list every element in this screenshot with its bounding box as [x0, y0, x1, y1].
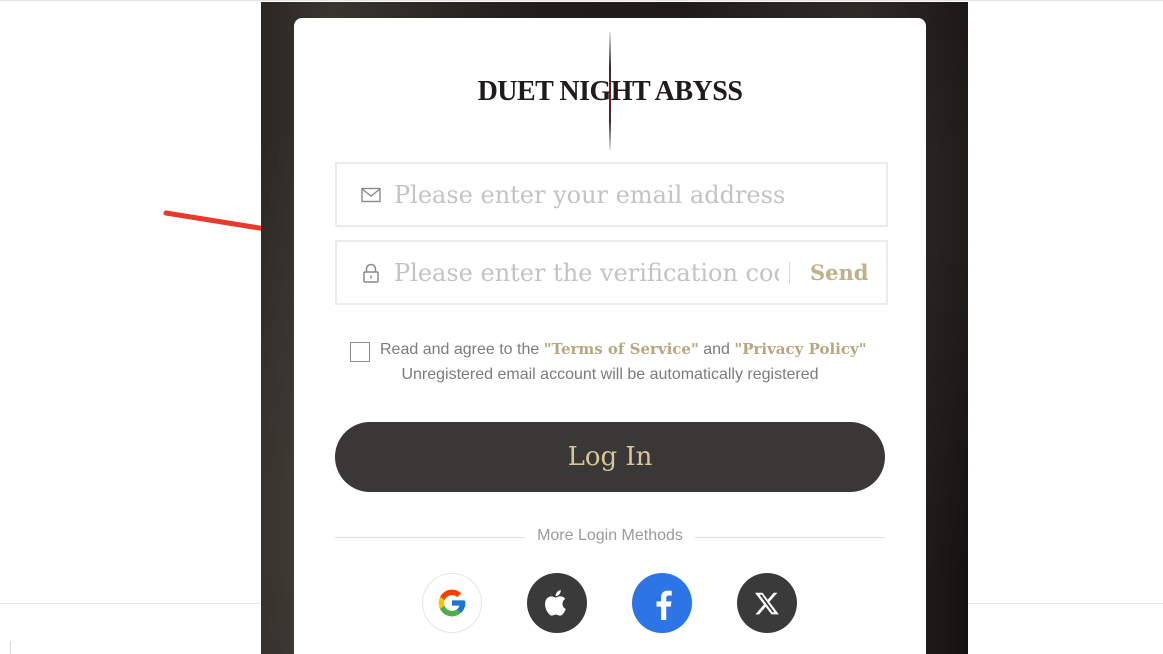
send-code-button[interactable]: Send [810, 260, 868, 285]
corner-mark [10, 641, 11, 654]
social-login-row [294, 573, 926, 633]
more-login-methods-label: More Login Methods [537, 527, 683, 544]
google-login-button[interactable] [422, 573, 482, 633]
agree-checkbox[interactable] [350, 342, 370, 362]
verification-code-field[interactable]: Send [335, 240, 888, 305]
x-login-button[interactable] [737, 573, 797, 633]
email-field[interactable] [335, 162, 888, 227]
more-login-methods: More Login Methods [335, 527, 885, 549]
x-icon [754, 592, 779, 615]
privacy-policy-link[interactable]: "Privacy Policy" [734, 340, 866, 358]
verification-code-input[interactable] [394, 252, 779, 293]
divider-right [695, 537, 885, 538]
email-input[interactable] [394, 174, 874, 215]
lock-icon [360, 262, 382, 284]
login-card: DUET NIGHT ABYSS Send [294, 18, 926, 654]
apple-icon [545, 590, 566, 616]
agreement-and: and [698, 341, 735, 358]
field-divider [789, 261, 790, 284]
login-button[interactable]: Log In [335, 422, 885, 492]
auto-register-note: Unregistered email account will be autom… [401, 366, 819, 383]
terms-of-service-link[interactable]: "Terms of Service" [544, 340, 699, 358]
facebook-login-button[interactable] [632, 573, 692, 633]
agreement-text: Read and agree to the "Terms of Service"… [380, 340, 867, 359]
apple-login-button[interactable] [527, 573, 587, 633]
screen: DUET NIGHT ABYSS Send [0, 0, 1163, 654]
top-divider [0, 0, 1163, 1]
envelope-icon [360, 184, 382, 206]
facebook-icon [656, 590, 672, 620]
google-icon [438, 589, 466, 617]
agreement-prefix: Read and agree to the [380, 341, 544, 358]
logo-text: DUET NIGHT ABYSS [477, 76, 743, 107]
game-logo: DUET NIGHT ABYSS [294, 32, 926, 152]
